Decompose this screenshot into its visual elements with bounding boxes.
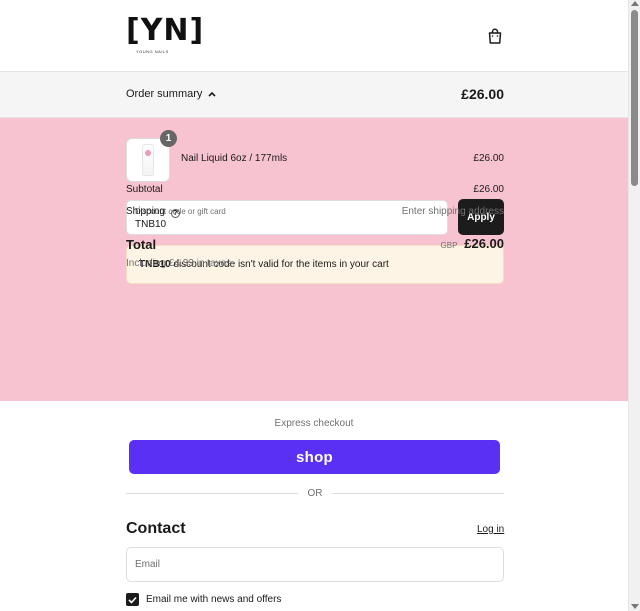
quantity-badge: 1: [160, 130, 177, 147]
order-summary-toggle[interactable]: Order summary: [126, 88, 216, 100]
store-header: [YN] YOUNG NAILS: [0, 0, 628, 72]
product-name: Nail Liquid 6oz / 177mls: [181, 153, 288, 164]
subtotal-value: £26.00: [473, 184, 504, 195]
order-summary-panel: 1 Nail Liquid 6oz / 177mls £26.00 Discou…: [0, 118, 628, 401]
line-item: 1 Nail Liquid 6oz / 177mls £26.00: [126, 130, 504, 182]
product-price: £26.00: [473, 153, 504, 164]
product-image: [142, 144, 154, 176]
email-field[interactable]: [126, 547, 504, 582]
shipping-value: Enter shipping address: [401, 206, 504, 217]
order-summary-total: £26.00: [461, 86, 504, 102]
shipping-row: Shipping ? Enter shipping address: [126, 206, 504, 218]
order-summary-bar: Order summary £26.00: [0, 72, 628, 118]
shipping-label: Shipping: [126, 206, 165, 217]
total-row: Total GBP £26.00: [126, 236, 504, 252]
shop-pay-button[interactable]: shop: [129, 440, 500, 474]
store-logo[interactable]: [YN] YOUNG NAILS: [126, 13, 205, 56]
logo-tagline: YOUNG NAILS: [136, 49, 169, 54]
question-icon[interactable]: ?: [170, 209, 180, 218]
subtotal-row: Subtotal £26.00: [126, 184, 504, 195]
express-checkout-label: Express checkout: [274, 418, 354, 429]
scroll-down-arrow-icon[interactable]: [631, 604, 639, 609]
divider-line: [332, 493, 504, 494]
marketing-optin[interactable]: Email me with news and offers: [126, 593, 281, 606]
optin-label: Email me with news and offers: [146, 594, 282, 605]
contact-heading: Contact: [126, 520, 186, 537]
scroll-up-arrow-icon[interactable]: [631, 1, 639, 6]
currency-code: GBP: [440, 241, 458, 250]
total-label: Total: [126, 237, 157, 252]
chevron-up-icon: [208, 91, 216, 97]
or-divider: OR: [126, 488, 504, 500]
checkmark-icon: [128, 596, 137, 604]
optin-checkbox[interactable]: [126, 593, 139, 606]
tax-note: Including £4.33 in taxes: [126, 258, 232, 269]
scroll-thumb[interactable]: [631, 10, 638, 186]
shopping-bag-icon[interactable]: [486, 27, 504, 45]
subtotal-label: Subtotal: [126, 184, 163, 195]
page-scrollbar[interactable]: [628, 0, 640, 611]
logo-mark: [YN]: [126, 13, 205, 48]
discount-field-value[interactable]: TNB10: [135, 219, 166, 230]
order-summary-label: Order summary: [126, 88, 203, 100]
total-amount: £26.00: [464, 236, 504, 251]
log-in-link[interactable]: Log in: [477, 524, 504, 535]
